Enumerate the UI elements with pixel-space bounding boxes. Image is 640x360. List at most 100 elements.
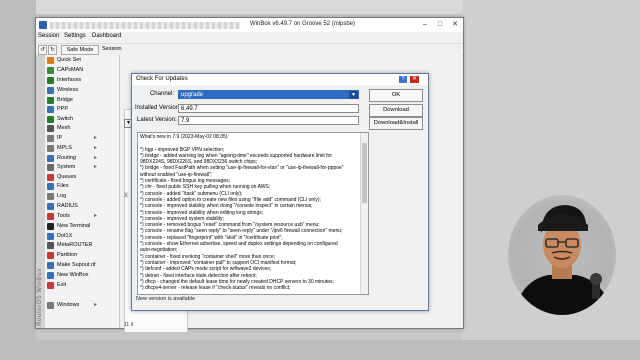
close-window-icon[interactable]: ✕ (450, 19, 460, 30)
sidebar-item-label: Make Supout.rif (57, 262, 96, 268)
installed-version-label: Installed Version: (135, 105, 181, 111)
sidebar-item-exit[interactable]: Exit (46, 281, 118, 290)
notes-scroll-thumb[interactable] (362, 143, 367, 203)
undo-icon[interactable]: ↺ (38, 45, 47, 55)
switch-icon (47, 116, 54, 123)
exit-icon (47, 282, 54, 289)
desktop-left-edge (0, 0, 36, 360)
sidebar-item-system[interactable]: System ▸ (46, 163, 118, 172)
window-title: WinBox v6.49.7 on Groove 52 (mipsbe) (250, 21, 356, 27)
submenu-arrow-icon: ▸ (94, 155, 98, 161)
sidebar-item-ip[interactable]: IP ▸ (46, 134, 118, 143)
sidebar-item-mesh[interactable]: Mesh (46, 124, 118, 133)
winbox-icon (47, 272, 54, 279)
channel-select[interactable]: upgrade ▼ (178, 90, 359, 99)
sidebar-item-files[interactable]: Files (46, 182, 118, 191)
capsman-icon (47, 67, 54, 74)
session-label: Session (102, 46, 122, 52)
ppp-icon (47, 106, 54, 113)
sidebar-item-metarouter[interactable]: MetaROUTER (46, 241, 118, 250)
sidebar-item-ppp[interactable]: PPP (46, 105, 118, 114)
sidebar-item-queues[interactable]: Queues (46, 173, 118, 182)
menu-settings[interactable]: Settings (64, 33, 86, 39)
submenu-arrow-icon: ▸ (94, 145, 98, 151)
sidebar: RouterOS WinBox Quick Set CAPsMAN Interfac… (36, 55, 120, 328)
dot1x-icon (47, 233, 54, 240)
window-titlebar[interactable]: WinBox v6.49.7 on Groove 52 (mipsbe) – □… (36, 18, 463, 32)
download-install-button[interactable]: Download&Install (369, 117, 423, 130)
sidebar-item-interfaces[interactable]: Interfaces (46, 76, 118, 85)
chevron-down-icon[interactable]: ▼ (349, 91, 358, 99)
sidebar-item-label: Routing (57, 155, 76, 161)
sidebar-item-label: RADIUS (57, 203, 78, 209)
sidebar-item-switch[interactable]: Switch (46, 115, 118, 124)
notes-scrollbar[interactable] (360, 133, 368, 294)
safe-mode-button[interactable]: Safe Mode (61, 45, 99, 55)
menu-dashboard[interactable]: Dashboard (92, 33, 121, 39)
windows-icon (47, 302, 54, 309)
tools-icon (47, 213, 54, 220)
system-icon (47, 164, 54, 171)
download-button[interactable]: Download (369, 104, 423, 117)
bridge-icon (47, 97, 54, 104)
sidebar-item-label: New Terminal (57, 223, 91, 229)
help-icon[interactable]: ? (399, 76, 407, 83)
submenu-arrow-icon: ▸ (94, 164, 98, 170)
ip-icon (47, 135, 54, 142)
sidebar-item-mpls[interactable]: MPLS ▸ (46, 144, 118, 153)
sidebar-item-label: New WinBox (57, 272, 89, 278)
sidebar-item-quick-set[interactable]: Quick Set (46, 56, 118, 65)
redo-icon[interactable]: ↻ (48, 45, 57, 55)
sidebar-item-log[interactable]: Log (46, 192, 118, 201)
sidebar-item-label: Interfaces (57, 77, 82, 83)
menubar: Session Settings Dashboard (36, 32, 463, 42)
sidebar-item-new-winbox[interactable]: New WinBox (46, 271, 118, 280)
release-note-line: *) console - rename flag "seen reply" to… (140, 228, 343, 235)
sidebar-item-label: Mesh (57, 125, 71, 131)
sidebar-item-label: MPLS (57, 145, 72, 151)
dialog-titlebar[interactable]: Check For Updates ? ✕ (132, 74, 428, 85)
routing-icon (47, 155, 54, 162)
release-note-line: *) dhcpv4-server - release lease if "che… (140, 285, 291, 292)
maximize-icon[interactable]: □ (435, 19, 445, 30)
sidebar-item-windows[interactable]: Windows ▸ (46, 301, 118, 310)
sidebar-item-label: Files (57, 183, 69, 189)
log-icon (47, 193, 54, 200)
installed-version-field: 6.49.7 (178, 104, 359, 113)
sidebar-brand-strip: RouterOS WinBox (36, 55, 45, 328)
channel-label: Channel: (149, 91, 174, 97)
wireless-icon (47, 87, 54, 94)
sidebar-item-routing[interactable]: Routing ▸ (46, 154, 118, 163)
sidebar-item-label: System (57, 164, 76, 170)
sidebar-item-label: Windows (57, 302, 80, 308)
menu-session[interactable]: Session (38, 33, 59, 39)
mesh-icon (47, 125, 54, 132)
release-notes-text: What's new in 7.9 (2023-May-02 08:35): *)… (140, 134, 358, 291)
sidebar-item-label: Exit (57, 282, 67, 288)
release-notes[interactable]: What's new in 7.9 (2023-May-02 08:35): *)… (137, 132, 369, 295)
presenter-webcam-overlay (508, 195, 616, 315)
minimize-icon[interactable]: – (420, 19, 430, 30)
interfaces-icon (47, 77, 54, 84)
sidebar-item-label: Queues (57, 174, 77, 180)
sidebar-item-wireless[interactable]: Wireless (46, 86, 118, 95)
sidebar-item-radius[interactable]: RADIUS (46, 202, 118, 211)
background-close-mark: X (124, 193, 129, 199)
latest-version-field: 7.9 (178, 116, 359, 125)
supout-icon (47, 262, 54, 269)
close-icon[interactable]: ✕ (410, 76, 419, 83)
sidebar-item-partition[interactable]: Partition (46, 251, 118, 260)
release-note-line: *) bridge - fixed FastPath when setting … (140, 165, 344, 172)
dialog-title: Check For Updates (136, 76, 188, 82)
sidebar-item-capsman[interactable]: CAPsMAN (46, 66, 118, 75)
sidebar-item-make-supout-rif[interactable]: Make Supout.rif (46, 261, 118, 270)
submenu-arrow-icon: ▸ (94, 135, 98, 141)
check-for-updates-dialog: Check For Updates ? ✕ Channel: upgrade ▼… (131, 73, 429, 311)
ok-button[interactable]: OK (369, 89, 423, 102)
sidebar-item-label: Partition (57, 252, 78, 258)
desktop-bottom-edge (0, 340, 640, 360)
sidebar-item-tools[interactable]: Tools ▸ (46, 212, 118, 221)
sidebar-item-new-terminal[interactable]: New Terminal (46, 222, 118, 231)
sidebar-item-bridge[interactable]: Bridge (46, 96, 118, 105)
sidebar-item-dot1x[interactable]: Dot1X (46, 232, 118, 241)
